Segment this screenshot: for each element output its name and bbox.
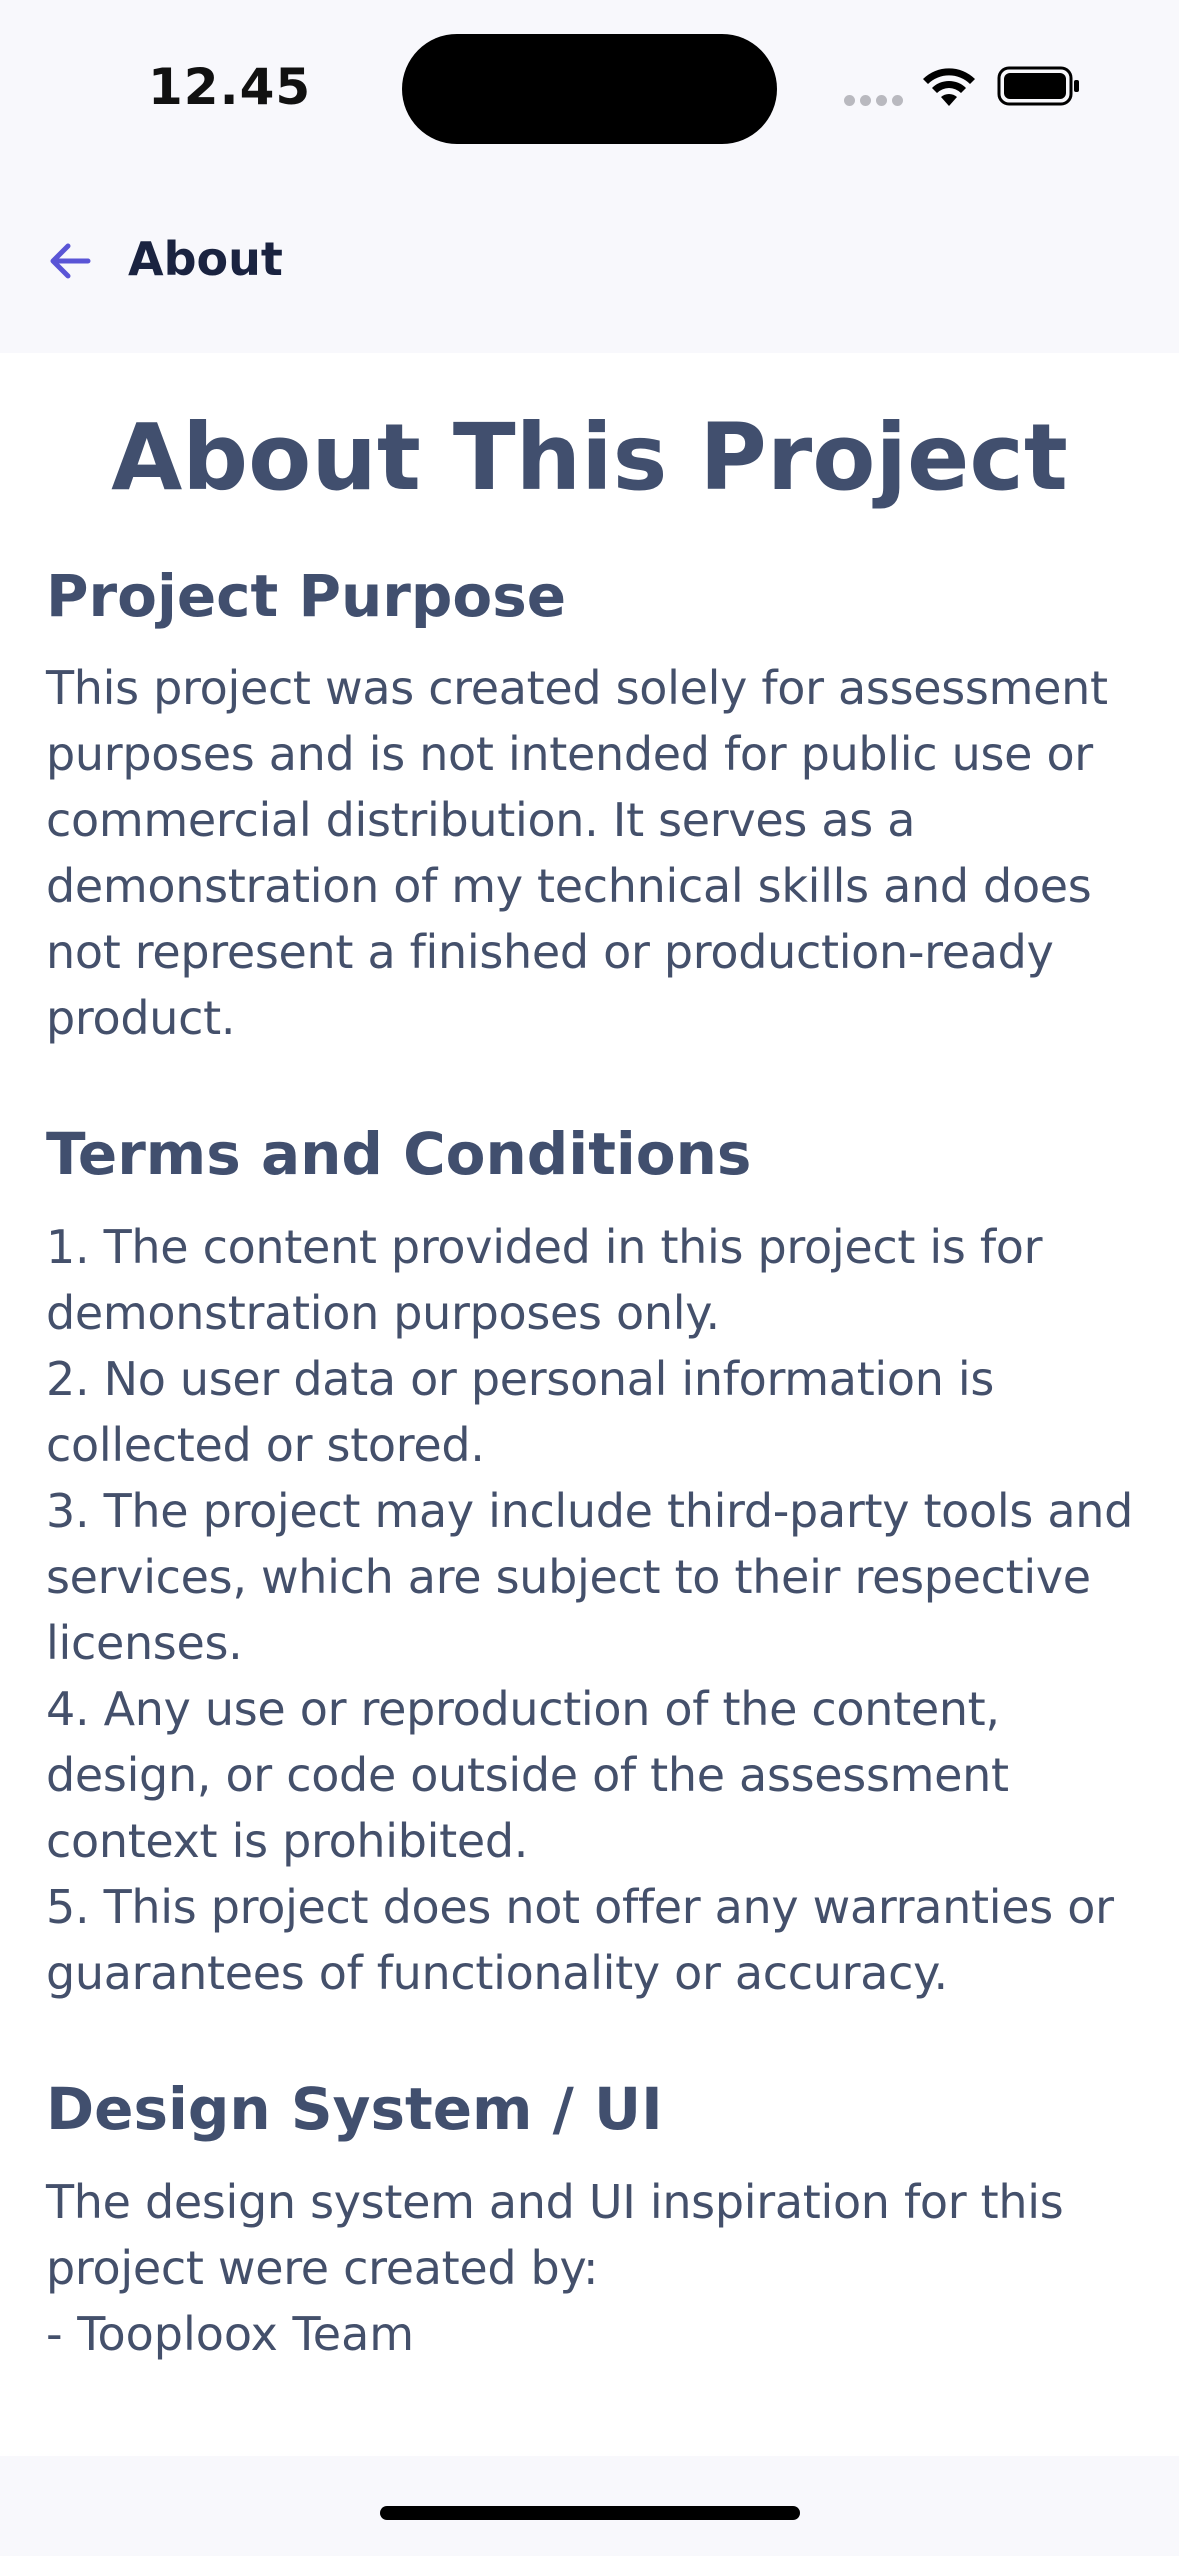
status-time: 12.45: [148, 58, 312, 116]
section-terms-and-conditions: Terms and Conditions 1. The content prov…: [0, 1121, 1179, 2006]
navigation-header: About: [0, 175, 1179, 353]
credit-list: - Tooploox Team: [46, 2301, 1133, 2367]
home-indicator-area: [0, 2456, 1179, 2556]
about-content[interactable]: About This Project Project Purpose This …: [0, 353, 1179, 2456]
back-button[interactable]: [44, 235, 96, 287]
status-bar: 12.45: [0, 0, 1179, 175]
section-body: This project was created solely for asse…: [46, 661, 1108, 1046]
cellular-signal-icon: [844, 95, 906, 107]
section-design-system: Design System / UI The design system and…: [0, 2076, 1179, 2367]
terms-item: 4. Any use or reproduction of the conten…: [46, 1682, 1009, 1869]
nav-title: About: [128, 232, 283, 286]
battery-icon: [997, 66, 1079, 106]
section-heading: Design System / UI: [46, 2075, 663, 2144]
credit-item: - Tooploox Team: [46, 2306, 415, 2361]
section-project-purpose: Project Purpose This project was created…: [0, 563, 1179, 1052]
section-heading: Terms and Conditions: [46, 1120, 752, 1189]
arrow-left-icon: [50, 243, 91, 279]
section-body: The design system and UI inspiration for…: [46, 2174, 1064, 2295]
terms-item: 3. The project may include third-party t…: [46, 1484, 1133, 1671]
page-title: About This Project: [111, 404, 1068, 511]
wifi-icon: [923, 68, 975, 106]
terms-item: 5. This project does not offer any warra…: [46, 1880, 1114, 2001]
section-heading: Project Purpose: [46, 561, 567, 630]
home-indicator[interactable]: [380, 2506, 800, 2520]
terms-item: 2. No user data or personal information …: [46, 1352, 995, 1473]
terms-item: 1. The content provided in this project …: [46, 1220, 1043, 1341]
terms-list: 1. The content provided in this project …: [46, 1214, 1133, 2006]
dynamic-island: [402, 34, 777, 144]
